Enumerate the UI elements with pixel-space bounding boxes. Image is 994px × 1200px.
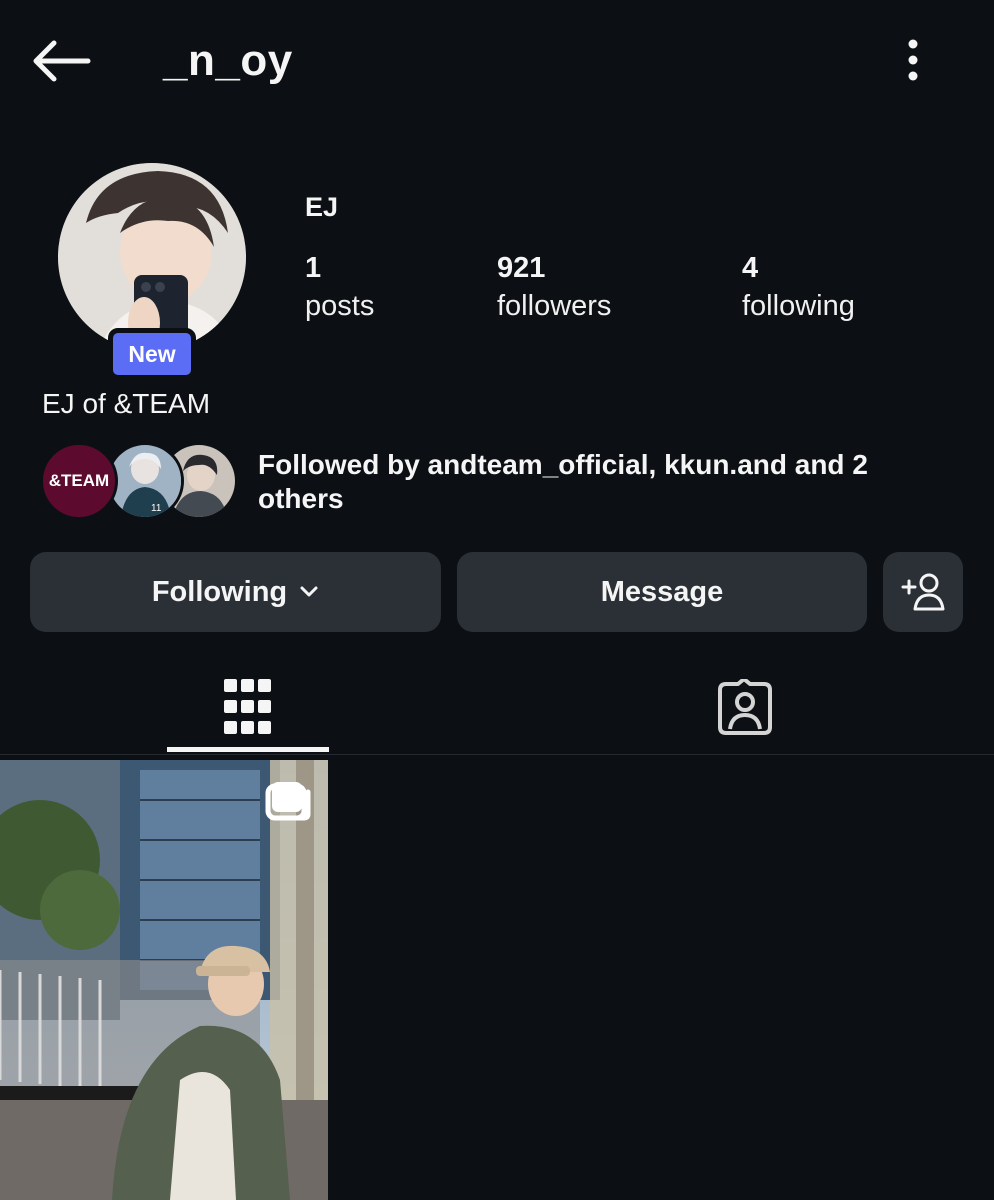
add-person-icon	[901, 573, 945, 611]
tagged-icon	[718, 679, 772, 735]
mutual-avatar-photo: 11	[109, 445, 181, 517]
new-badge: New	[108, 328, 196, 380]
followed-by-text[interactable]: Followed by andteam_official, kkun.and a…	[258, 448, 938, 516]
grid-post[interactable]	[0, 760, 328, 1200]
following-stat[interactable]: 4 following	[742, 252, 855, 328]
multiple-photos-icon	[272, 782, 311, 821]
active-tab-indicator	[167, 747, 329, 752]
svg-text:11: 11	[151, 503, 162, 514]
post-thumbnail	[0, 760, 328, 1200]
mutual-avatar-andteam[interactable]: &TEAM	[40, 442, 118, 520]
following-count: 4	[742, 252, 759, 284]
profile-page: _n_oy New EJ 1 posts 921 followers 4 fol…	[0, 0, 994, 1200]
display-name: EJ	[305, 192, 339, 222]
tab-divider	[0, 754, 994, 755]
add-user-button[interactable]	[883, 552, 963, 632]
arrow-left-icon	[33, 40, 91, 82]
followers-stat[interactable]: 921 followers	[497, 252, 611, 328]
page-title: _n_oy	[163, 36, 293, 85]
message-button[interactable]: Message	[457, 552, 867, 632]
tab-posts-grid[interactable]	[167, 660, 329, 754]
followers-count: 921	[497, 252, 546, 284]
andteam-logo-text: &TEAM	[48, 471, 110, 490]
following-button-label: Following	[151, 575, 288, 608]
more-vertical-icon	[908, 39, 918, 81]
profile-avatar[interactable]	[58, 163, 246, 351]
posts-count: 1	[305, 252, 322, 284]
more-options-button[interactable]	[898, 38, 928, 84]
chevron-down-icon	[299, 585, 319, 599]
message-button-label: Message	[600, 575, 724, 608]
tab-tagged[interactable]	[664, 660, 826, 754]
posts-stat[interactable]: 1 posts	[305, 252, 374, 328]
posts-label: posts	[305, 290, 375, 322]
followers-label: followers	[497, 290, 612, 322]
following-label: following	[742, 290, 855, 322]
back-button[interactable]	[30, 38, 92, 84]
grid-icon	[224, 679, 271, 734]
bio-text: EJ of &TEAM	[42, 388, 211, 419]
avatar-photo	[58, 163, 246, 351]
following-button[interactable]: Following	[30, 552, 441, 632]
